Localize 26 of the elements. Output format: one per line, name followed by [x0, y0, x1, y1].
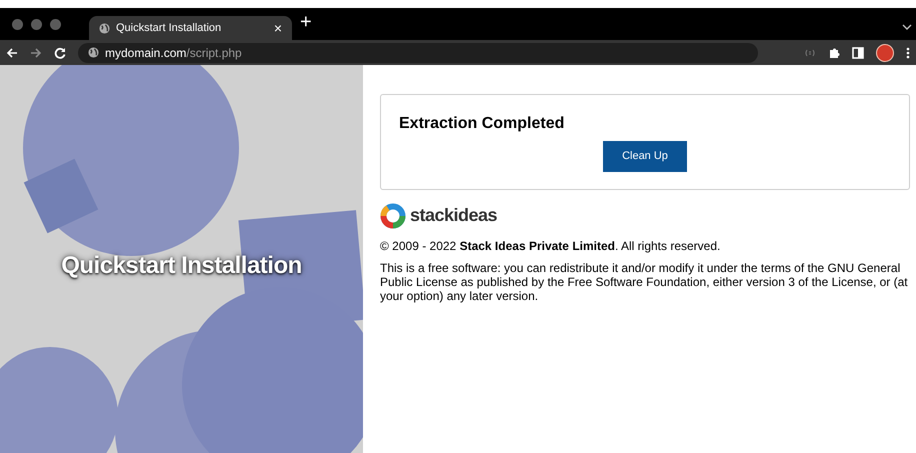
url-path: /script.php [186, 46, 242, 60]
extension-icon[interactable] [804, 48, 816, 58]
puzzle-icon[interactable] [828, 46, 840, 58]
address-bar[interactable]: mydomain.com/script.php [78, 42, 758, 62]
avatar-icon[interactable] [876, 44, 894, 62]
browser-tab[interactable]: Quickstart Installation × [89, 16, 292, 40]
copyright-text: © 2009 - 2022 Stack Ideas Private Limited. All rights reserved. [380, 238, 722, 255]
clean-up-button[interactable]: Clean Up [603, 141, 687, 172]
close-window-icon[interactable] [12, 18, 23, 30]
license-text: This is a free software: you can redistribute it and/or modify it under the terms of the GNU General Public License as published by the Free Software Foundation, either version 3 of the License, or (at your option) any later version. [380, 261, 909, 303]
side-panel-icon[interactable] [852, 46, 864, 58]
url-host: mydomain.com [105, 46, 186, 60]
forward-icon[interactable] [30, 46, 42, 58]
minimize-window-icon[interactable] [31, 18, 42, 30]
back-icon[interactable] [6, 46, 18, 58]
maximize-window-icon[interactable] [50, 18, 61, 30]
chevron-down-icon[interactable] [902, 24, 912, 30]
globe-icon [99, 22, 110, 34]
logo-icon [380, 202, 406, 228]
new-tab-button[interactable]: + [300, 12, 312, 32]
logo-text: stackideas [410, 204, 498, 227]
reload-icon[interactable] [54, 46, 66, 58]
globe-icon [88, 47, 99, 58]
close-tab-button[interactable]: × [274, 21, 282, 35]
more-options-icon[interactable] [906, 46, 910, 58]
card-heading: Extraction Completed [399, 114, 566, 134]
